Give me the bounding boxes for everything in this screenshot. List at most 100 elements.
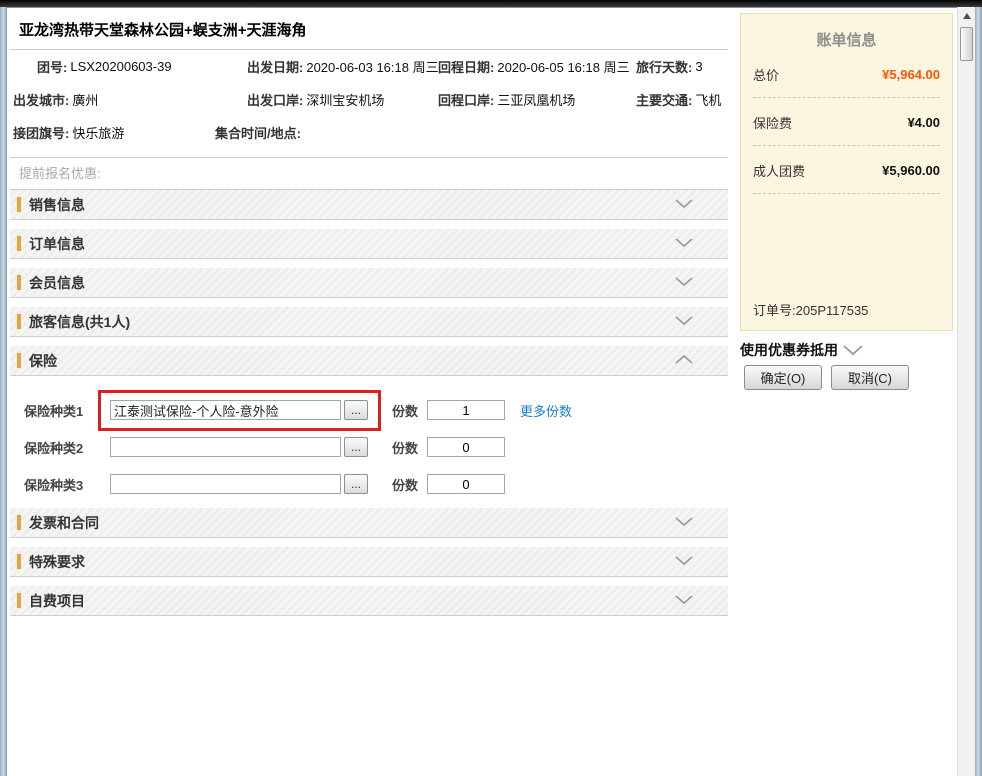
orange-accent-bar xyxy=(17,554,21,569)
window-top-edge xyxy=(0,0,982,7)
trip-info-row: 团号: LSX20200603-39 出发日期: 2020-06-03 16:1… xyxy=(10,50,728,83)
chevron-down-icon xyxy=(674,592,694,610)
order-number-label: 订单号: xyxy=(753,303,796,318)
departure-date-label: 出发日期: xyxy=(247,57,303,76)
bill-adult-fee-row: 成人团费 ¥5,960.00 xyxy=(753,161,940,180)
section-invoice-contract[interactable]: 发票和合同 xyxy=(10,508,728,538)
insurance-type2-field-group: ... xyxy=(110,437,368,457)
return-port-value: 三亚凤凰机场 xyxy=(497,90,575,109)
departure-port-field: 出发口岸: 深圳宝安机场 xyxy=(247,90,438,109)
use-coupon-toggle[interactable]: 使用优惠券抵用 xyxy=(740,340,864,360)
meeting-time-field: 集合时间/地点: xyxy=(215,123,304,142)
insurance-type1-quantity-input[interactable] xyxy=(427,400,505,420)
insurance-type2-browse-button[interactable]: ... xyxy=(344,437,368,457)
bill-panel-title: 账单信息 xyxy=(753,29,940,50)
quantity-label: 份数 xyxy=(392,475,418,494)
main-transport-field: 主要交通: 飞机 xyxy=(636,90,721,109)
dashed-divider xyxy=(753,145,940,146)
chevron-down-icon xyxy=(674,274,694,292)
total-price-label: 总价 xyxy=(753,65,779,84)
orange-accent-bar xyxy=(17,593,21,608)
section-sales-info[interactable]: 销售信息 xyxy=(10,190,728,220)
orange-accent-bar xyxy=(17,236,21,251)
section-order-info[interactable]: 订单信息 xyxy=(10,229,728,259)
insurance-type3-browse-button[interactable]: ... xyxy=(344,474,368,494)
insurance-type3-field-group: ... xyxy=(110,474,368,494)
page-title: 亚龙湾热带天堂森林公园+蜈支洲+天涯海角 xyxy=(19,19,728,40)
bill-total-row: 总价 ¥5,964.00 xyxy=(753,65,940,84)
group-number-field: 团号: LSX20200603-39 xyxy=(10,57,247,76)
departure-city-value: 廣州 xyxy=(72,90,98,109)
chevron-down-icon xyxy=(674,313,694,331)
orange-accent-bar xyxy=(17,275,21,290)
section-label: 销售信息 xyxy=(29,195,85,215)
action-buttons: 确定(O) 取消(C) xyxy=(744,365,918,390)
group-flag-value: 快乐旅游 xyxy=(72,123,124,142)
scroll-up-arrow-icon[interactable] xyxy=(958,7,975,25)
return-port-label: 回程口岸: xyxy=(438,90,494,109)
section-label: 发票和合同 xyxy=(29,513,99,533)
chevron-down-icon xyxy=(842,344,864,356)
return-date-field: 回程日期: 2020-06-05 16:18 周三 xyxy=(438,57,636,76)
section-special-requests[interactable]: 特殊要求 xyxy=(10,547,728,577)
chevron-down-icon xyxy=(674,514,694,532)
section-label: 旅客信息(共1人) xyxy=(29,312,130,332)
order-number-line: 订单号:205P117535 xyxy=(753,300,940,319)
insurance-type3-input[interactable] xyxy=(110,474,341,494)
adult-group-fee-value: ¥5,960.00 xyxy=(882,163,940,178)
window-left-border xyxy=(0,7,7,776)
trip-days-field: 旅行天数: 3 xyxy=(636,57,703,76)
return-date-value: 2020-06-05 16:18 周三 xyxy=(497,57,629,76)
departure-port-label: 出发口岸: xyxy=(247,90,303,109)
chevron-down-icon xyxy=(674,196,694,214)
group-number-value: LSX20200603-39 xyxy=(70,59,171,74)
section-insurance[interactable]: 保险 xyxy=(10,346,728,376)
main-transport-label: 主要交通: xyxy=(636,90,692,109)
orange-accent-bar xyxy=(17,515,21,530)
total-price-value: ¥5,964.00 xyxy=(882,67,940,82)
section-passenger-info[interactable]: 旅客信息(共1人) xyxy=(10,307,728,337)
insurance-type2-quantity-input[interactable] xyxy=(427,437,505,457)
section-label: 保险 xyxy=(29,351,57,371)
scrollbar-thumb[interactable] xyxy=(960,27,973,61)
insurance-type1-label: 保险种类1 xyxy=(24,401,110,420)
early-signup-discount-label: 提前报名优惠: xyxy=(10,158,728,189)
chevron-down-icon xyxy=(674,553,694,571)
departure-port-value: 深圳宝安机场 xyxy=(306,90,384,109)
insurance-type3-quantity-input[interactable] xyxy=(427,474,505,494)
main-column: 亚龙湾热带天堂森林公园+蜈支洲+天涯海角 团号: LSX20200603-39 … xyxy=(10,8,728,625)
insurance-type1-input[interactable] xyxy=(110,400,341,420)
bill-panel-spacer xyxy=(753,194,940,300)
ok-button[interactable]: 确定(O) xyxy=(744,365,822,390)
insurance-row-1: 保险种类1 ... 份数 更多份数 xyxy=(10,398,728,422)
cancel-button[interactable]: 取消(C) xyxy=(831,365,909,390)
section-optional-items[interactable]: 自费项目 xyxy=(10,586,728,616)
insurance-type3-label: 保险种类3 xyxy=(24,475,110,494)
dashed-divider xyxy=(753,97,940,98)
chevron-down-icon xyxy=(674,235,694,253)
more-quantity-link[interactable]: 更多份数 xyxy=(520,401,572,420)
group-flag-label: 接团旗号: xyxy=(13,123,69,142)
insurance-type1-browse-button[interactable]: ... xyxy=(344,400,368,420)
insurance-row-2: 保险种类2 ... 份数 xyxy=(10,435,728,459)
meeting-time-label: 集合时间/地点: xyxy=(215,123,301,142)
insurance-type2-input[interactable] xyxy=(110,437,341,457)
insurance-type2-label: 保险种类2 xyxy=(24,438,110,457)
trip-info-row: 出发城市: 廣州 出发口岸: 深圳宝安机场 回程口岸: 三亚凤凰机场 主要交通:… xyxy=(10,83,728,116)
orange-accent-bar xyxy=(17,314,21,329)
trip-days-value: 3 xyxy=(695,59,702,74)
bill-insurance-fee-row: 保险费 ¥4.00 xyxy=(753,113,940,132)
order-form-content: 亚龙湾热带天堂森林公园+蜈支洲+天涯海角 团号: LSX20200603-39 … xyxy=(7,7,957,776)
order-number-value: 205P117535 xyxy=(796,303,869,318)
quantity-label: 份数 xyxy=(392,438,418,457)
adult-group-fee-label: 成人团费 xyxy=(753,161,805,180)
insurance-fee-label: 保险费 xyxy=(753,113,792,132)
return-date-label: 回程日期: xyxy=(438,57,494,76)
section-member-info[interactable]: 会员信息 xyxy=(10,268,728,298)
vertical-scrollbar[interactable] xyxy=(957,7,975,776)
return-port-field: 回程口岸: 三亚凤凰机场 xyxy=(438,90,636,109)
orange-accent-bar xyxy=(17,353,21,368)
section-label: 订单信息 xyxy=(29,234,85,254)
group-flag-field: 接团旗号: 快乐旅游 xyxy=(10,123,215,142)
trip-info-row: 接团旗号: 快乐旅游 集合时间/地点: xyxy=(10,116,728,149)
